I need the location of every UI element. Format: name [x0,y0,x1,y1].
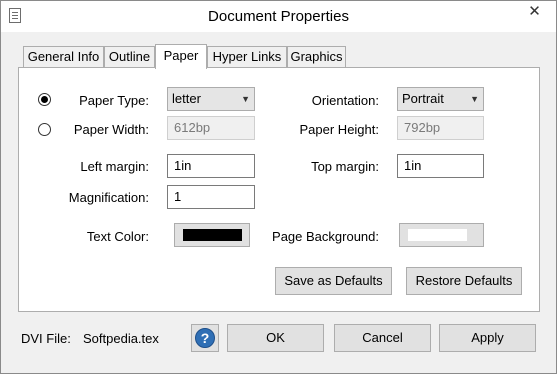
save-as-defaults-button[interactable]: Save as Defaults [275,267,392,295]
tab-graphics[interactable]: Graphics [287,46,346,68]
page-background-button[interactable] [399,223,484,247]
orientation-select[interactable]: Portrait ▼ [397,87,484,111]
text-color-swatch [183,229,242,241]
paper-size-radio[interactable] [38,123,51,136]
close-button[interactable]: ✕ [512,1,557,22]
paper-type-select[interactable]: letter ▼ [167,87,255,111]
page-background-swatch [408,229,467,241]
chevron-down-icon: ▼ [470,94,479,104]
tab-hyper-links[interactable]: Hyper Links [207,46,287,68]
text-color-label: Text Color: [86,229,149,244]
dvi-file-label: DVI File: [21,331,71,346]
paper-width-label: Paper Width: [73,122,149,137]
top-margin-field[interactable]: 1in [397,154,484,178]
tab-general-info[interactable]: General Info [23,46,104,68]
orientation-value: Portrait [402,91,444,106]
paper-type-value: letter [172,91,201,106]
help-icon: ? [195,328,215,348]
paper-panel: Paper Type: letter ▼ Orientation: Portra… [18,67,540,312]
text-color-button[interactable] [174,223,250,247]
left-margin-field[interactable]: 1in [167,154,255,178]
paper-width-field[interactable]: 612bp [167,116,255,140]
tab-paper[interactable]: Paper [155,44,207,69]
document-properties-window: Document Properties ✕ General Info Outli… [0,0,557,374]
paper-height-field[interactable]: 792bp [397,116,484,140]
window-title: Document Properties [208,8,349,25]
chevron-down-icon: ▼ [241,94,250,104]
restore-defaults-button[interactable]: Restore Defaults [406,267,522,295]
page-background-label: Page Background: [272,229,379,244]
dvi-file-value: Softpedia.tex [83,331,159,346]
paper-height-label: Paper Height: [299,122,380,137]
tab-outline[interactable]: Outline [104,46,155,68]
apply-button[interactable]: Apply [439,324,536,352]
cancel-button[interactable]: Cancel [334,324,431,352]
magnification-label: Magnification: [68,190,149,205]
orientation-label: Orientation: [311,93,379,108]
ok-button[interactable]: OK [227,324,324,352]
paper-type-radio[interactable] [38,93,51,106]
magnification-field[interactable]: 1 [167,185,255,209]
left-margin-label: Left margin: [80,159,149,174]
title-bar: Document Properties ✕ [1,1,556,32]
top-margin-label: Top margin: [311,159,379,174]
paper-type-label: Paper Type: [79,93,149,108]
help-button[interactable]: ? [191,324,219,352]
